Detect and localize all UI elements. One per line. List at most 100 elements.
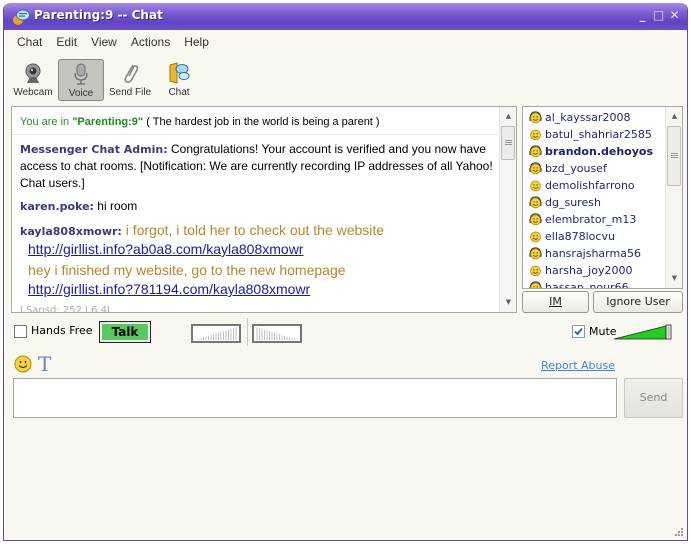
chat-transcript[interactable]: You are in "Parenting:9" ( The hardest j… xyxy=(11,106,517,316)
menu-edit[interactable]: Edit xyxy=(49,31,84,53)
send-button[interactable]: Send xyxy=(624,378,683,418)
smiley-icon xyxy=(530,129,541,141)
talk-label: Talk xyxy=(102,324,148,340)
chat-button[interactable]: Chat xyxy=(156,59,202,101)
voice-user-icon xyxy=(529,247,542,260)
talk-button[interactable]: Talk xyxy=(99,321,151,343)
emoticon-button[interactable] xyxy=(14,355,32,373)
voice-user-icon xyxy=(529,196,542,209)
user-list-item[interactable]: al_kayssar2008 xyxy=(529,109,630,126)
user-list-item[interactable]: batul_shahriar2585 xyxy=(529,126,652,143)
room-topic: ( The hardest job in the world is being … xyxy=(143,116,380,128)
mute-checkbox[interactable] xyxy=(572,325,585,338)
chat-scrollbar[interactable]: ▲ ▼ xyxy=(499,107,516,312)
volume-slider[interactable] xyxy=(614,324,676,340)
user-list-item[interactable]: brandon.dehoyos xyxy=(529,143,653,160)
user-name: harsha_joy2000 xyxy=(545,264,633,277)
toolbar: Webcam Voice Send File Chat xyxy=(10,59,202,103)
send-label: Send xyxy=(639,391,668,404)
chat-window: Parenting:9 -- Chat _ □ ✕ Chat Edit View… xyxy=(3,3,688,541)
voice-controls: Hands Free Talk Mute xyxy=(14,318,684,346)
chat-bubbles-icon xyxy=(169,62,190,84)
user-name: batul_shahriar2585 xyxy=(545,128,652,141)
speaker-level-meter xyxy=(252,324,302,343)
voice-button[interactable]: Voice xyxy=(58,59,104,101)
yahoo-messenger-icon xyxy=(13,9,30,25)
minimize-button[interactable]: _ xyxy=(636,9,649,22)
scroll-up-button[interactable]: ▲ xyxy=(501,109,516,124)
user-name: brandon.dehoyos xyxy=(545,145,653,158)
send-file-button[interactable]: Send File xyxy=(106,59,154,101)
room-prefix: You are in xyxy=(20,116,73,128)
chat-message: hey i finished my website, go to the new… xyxy=(20,261,498,299)
menu-help[interactable]: Help xyxy=(177,31,216,53)
user-list-item[interactable]: demolishfarrono xyxy=(529,177,635,194)
im-label: IM xyxy=(549,295,562,308)
scroll-down-button[interactable]: ▼ xyxy=(501,295,516,310)
chat-message: Messenger Chat Admin: Congratulations! Y… xyxy=(20,141,498,192)
hands-free-checkbox[interactable] xyxy=(14,325,27,338)
scroll-thumb[interactable] xyxy=(667,126,681,186)
mute-label: Mute xyxy=(589,325,617,338)
user-list-scrollbar[interactable]: ▲ ▼ xyxy=(665,107,682,288)
user-name: dg_suresh xyxy=(545,196,601,209)
user-list-item[interactable]: hassan_nour66 xyxy=(529,279,629,289)
menu-actions[interactable]: Actions xyxy=(124,31,177,53)
user-list-item[interactable]: hansrajsharma56 xyxy=(529,245,641,262)
text-format-button[interactable]: T xyxy=(38,352,51,376)
smiley-icon xyxy=(530,265,541,277)
checkmark-icon xyxy=(574,327,583,336)
user-list[interactable]: ▲ ▼ al_kayssar2008 batul_shahriar2585bran… xyxy=(522,106,683,289)
message-input[interactable] xyxy=(13,378,617,418)
user-name: hassan_nour66 xyxy=(545,281,629,289)
cut-off-message: l.Sansd: 252 l.6 4l xyxy=(20,305,110,316)
paperclip-icon xyxy=(124,64,139,83)
scroll-down-button[interactable]: ▼ xyxy=(667,271,682,286)
menu-chat[interactable]: Chat xyxy=(10,31,49,53)
user-list-item[interactable]: elembrator_m13 xyxy=(529,211,636,228)
message-sender[interactable]: karen.poke: xyxy=(20,200,94,213)
menu-view[interactable]: View xyxy=(84,31,124,53)
ignore-user-button[interactable]: Ignore User xyxy=(593,291,683,313)
voice-user-icon xyxy=(529,162,542,175)
chat-message: karen.poke: hi room xyxy=(20,198,498,215)
microphone-icon xyxy=(74,63,88,85)
chat-message: kayla808xmowr: i forgot, i told her to c… xyxy=(20,221,498,259)
webcam-button[interactable]: Webcam xyxy=(10,59,56,101)
message-sender[interactable]: Messenger Chat Admin: xyxy=(20,143,168,156)
voice-user-icon xyxy=(529,111,542,124)
menu-bar: Chat Edit View Actions Help xyxy=(4,31,216,53)
webcam-label: Webcam xyxy=(13,87,53,98)
message-link[interactable]: http://girllist.info?ab0a8.com/kayla808x… xyxy=(20,240,498,259)
meter-divider xyxy=(247,318,248,346)
message-sender[interactable]: kayla808xmowr: xyxy=(20,225,122,238)
smiley-icon xyxy=(530,180,541,192)
chat-label: Chat xyxy=(168,87,190,98)
user-name: al_kayssar2008 xyxy=(545,111,631,124)
message-link[interactable]: http://girllist.info?781194.com/kayla808… xyxy=(28,280,498,299)
resize-grip-icon[interactable] xyxy=(674,527,684,537)
hands-free-label: Hands Free xyxy=(31,324,93,337)
message-text: hi room xyxy=(93,199,138,213)
user-list-item[interactable]: dg_suresh xyxy=(529,194,601,211)
maximize-button[interactable]: □ xyxy=(652,9,665,22)
scroll-thumb[interactable] xyxy=(501,126,515,160)
user-name: hansrajsharma56 xyxy=(545,247,641,260)
message-text: i forgot, i told her to check out the we… xyxy=(121,222,385,238)
message-text: hey i finished my website, go to the new… xyxy=(28,262,346,278)
voice-label: Voice xyxy=(68,88,94,99)
user-list-item[interactable]: harsha_joy2000 xyxy=(529,262,632,279)
user-list-item[interactable]: ella878locvu xyxy=(529,228,615,245)
scroll-up-button[interactable]: ▲ xyxy=(667,109,682,124)
room-name: "Parenting:9" xyxy=(72,116,144,128)
send-file-label: Send File xyxy=(108,87,152,98)
user-list-item[interactable]: bzd_yousef xyxy=(529,160,607,177)
close-button[interactable]: ✕ xyxy=(668,9,681,22)
title-bar[interactable]: Parenting:9 -- Chat _ □ ✕ xyxy=(4,3,687,30)
im-button[interactable]: IM xyxy=(522,291,589,313)
room-info: You are in "Parenting:9" ( The hardest j… xyxy=(12,107,500,135)
report-abuse-link[interactable]: Report Abuse xyxy=(541,359,615,372)
voice-user-icon xyxy=(529,281,542,288)
user-name: demolishfarrono xyxy=(545,179,635,192)
user-name: elembrator_m13 xyxy=(545,213,637,226)
